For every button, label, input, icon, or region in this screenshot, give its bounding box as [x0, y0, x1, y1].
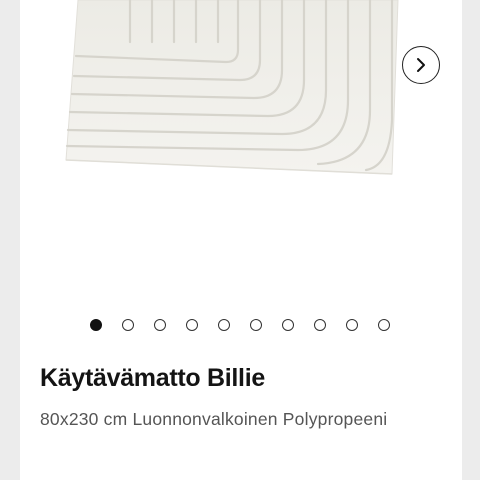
- carousel-pagination: [20, 317, 462, 333]
- carousel-dot-9[interactable]: [346, 319, 358, 331]
- carousel-dot-5[interactable]: [218, 319, 230, 331]
- carousel-dot-4[interactable]: [186, 319, 198, 331]
- rug-image: [65, 0, 399, 175]
- carousel-dot-6[interactable]: [250, 319, 262, 331]
- product-title[interactable]: Käytävämatto Billie: [40, 364, 265, 393]
- carousel-dot-1[interactable]: [90, 319, 102, 331]
- carousel-dot-7[interactable]: [282, 319, 294, 331]
- carousel-dot-8[interactable]: [314, 319, 326, 331]
- product-image-gallery[interactable]: [20, 0, 462, 300]
- carousel-dot-10[interactable]: [378, 319, 390, 331]
- product-description: 80x230 cm Luonnonvalkoinen Polypropeeni: [40, 409, 388, 429]
- next-image-button[interactable]: [402, 46, 440, 84]
- carousel-dot-2[interactable]: [122, 319, 134, 331]
- product-card[interactable]: Käytävämatto Billie 80x230 cm Luonnonval…: [20, 0, 462, 480]
- carousel-dot-3[interactable]: [154, 319, 166, 331]
- chevron-right-icon: [417, 58, 425, 72]
